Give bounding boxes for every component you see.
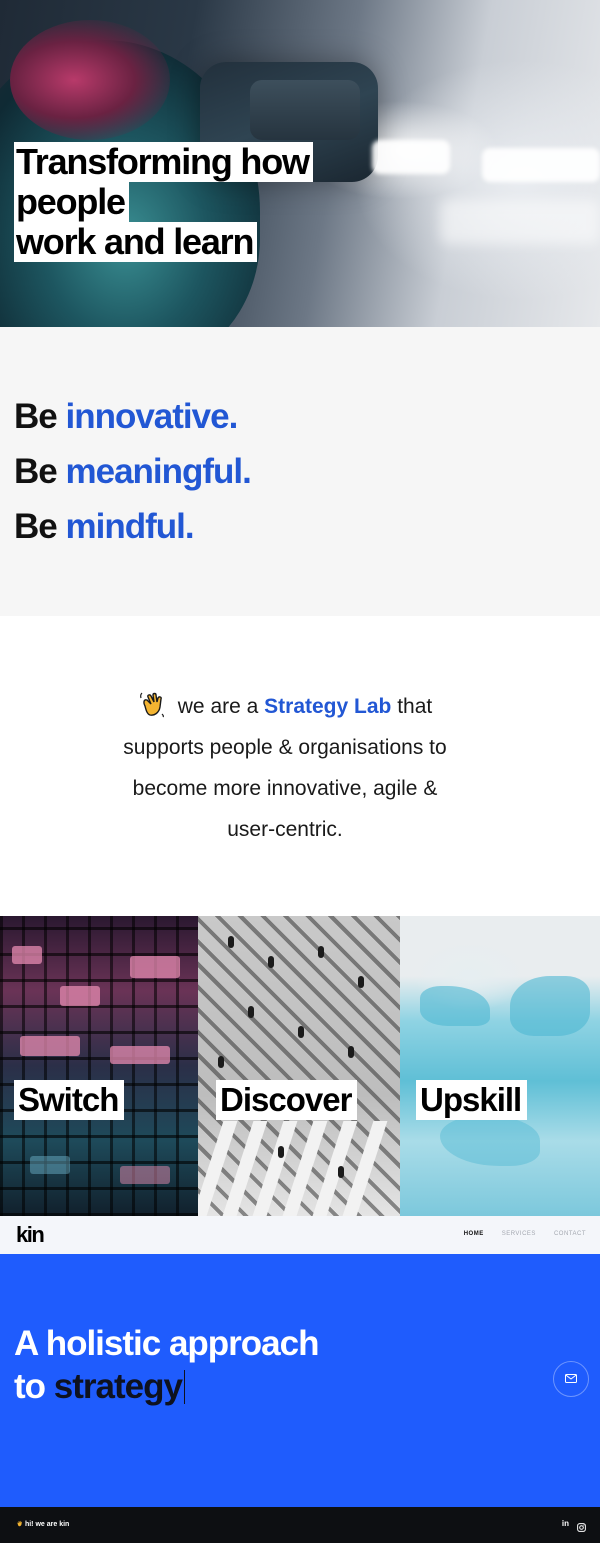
building-window — [30, 1156, 70, 1174]
motto-accent: mindful. — [65, 507, 194, 546]
navbar: kin HOME SERVICES CONTACT — [0, 1216, 600, 1254]
background-light — [482, 148, 600, 182]
approach-title-line1: A holistic approach — [14, 1324, 319, 1363]
tile-label: Switch — [14, 1080, 125, 1120]
building-window — [60, 986, 100, 1006]
pedestrian — [338, 1166, 344, 1178]
building-window — [12, 946, 42, 964]
footer-tagline: hi! we are kin — [16, 1520, 69, 1528]
tile-label: Discover — [216, 1080, 358, 1120]
tile-discover[interactable]: Discover — [198, 916, 400, 1216]
intro-text-line: user-centric. — [227, 818, 343, 841]
instagram-icon[interactable] — [577, 1519, 586, 1537]
typing-cursor — [183, 1370, 186, 1404]
intro-text-line: supports people & organisations to — [123, 736, 447, 759]
motto-accent: innovative. — [65, 397, 238, 436]
building-window — [110, 1046, 170, 1064]
contact-mail-button[interactable] — [553, 1361, 589, 1397]
intro-text-after: that — [397, 695, 433, 718]
motto-prefix: Be — [14, 507, 58, 546]
footer: hi! we are kin in — [0, 1507, 600, 1543]
background-light — [440, 200, 600, 244]
intro-text-before: we are a — [177, 695, 259, 718]
vr-headset-lens — [250, 80, 360, 140]
hero-title-line: people — [14, 182, 129, 222]
pedestrian — [248, 1006, 254, 1018]
approach-title-highlight: strategy — [53, 1367, 183, 1406]
hero-title: Transforming how people work and learn — [14, 142, 313, 262]
glacier-ice — [510, 976, 590, 1036]
building-window — [120, 1166, 170, 1184]
glacier-ice — [440, 1116, 540, 1166]
footer-tagline-text: hi! we are kin — [24, 1521, 70, 1528]
pedestrian — [348, 1046, 354, 1058]
hero-section: Transforming how people work and learn — [0, 0, 600, 327]
pedestrian — [218, 1056, 224, 1068]
motto-prefix: Be — [14, 452, 58, 491]
background-light — [372, 140, 450, 174]
nav-link-contact[interactable]: CONTACT — [554, 1231, 586, 1237]
pedestrian — [268, 956, 274, 968]
motto-line: Be innovative. — [14, 397, 238, 437]
glacier-ice — [420, 986, 490, 1026]
intro-brand: Strategy Lab — [264, 695, 392, 718]
intro-paragraph: we are a Strategy Lab that supports peop… — [70, 686, 500, 850]
pedestrian — [298, 1026, 304, 1038]
envelope-icon — [565, 1370, 577, 1388]
motto-line: Be mindful. — [14, 507, 195, 547]
building-window — [130, 956, 180, 978]
hero-title-line: work and learn — [14, 222, 258, 262]
approach-title-prefix: to — [14, 1367, 46, 1406]
motto-section: Be innovative. Be meaningful. Be mindful… — [0, 327, 600, 616]
approach-title: A holistic approach to strategy — [14, 1322, 319, 1408]
motto-line: Be meaningful. — [14, 452, 252, 492]
tile-switch[interactable]: Switch — [0, 916, 198, 1216]
intro-text-line: become more innovative, agile & — [132, 777, 438, 800]
pedestrian — [358, 976, 364, 988]
waving-hand-icon — [138, 690, 166, 718]
tile-upskill[interactable]: Upskill — [400, 916, 600, 1216]
hero-person-hair — [10, 20, 170, 140]
kin-logo[interactable]: kin — [16, 1224, 45, 1246]
waving-hand-icon — [16, 1520, 23, 1527]
approach-section: A holistic approach to strategy — [0, 1254, 600, 1507]
linkedin-icon[interactable]: in — [562, 1519, 569, 1537]
hero-title-line: Transforming how — [14, 142, 313, 182]
pedestrian — [278, 1146, 284, 1158]
building-window — [20, 1036, 80, 1056]
pedestrian — [228, 936, 234, 948]
tile-label: Upskill — [416, 1080, 528, 1120]
nav-link-services[interactable]: SERVICES — [502, 1231, 536, 1237]
nav-links: HOME SERVICES CONTACT — [464, 1231, 586, 1237]
motto-prefix: Be — [14, 397, 58, 436]
intro-section: we are a Strategy Lab that supports peop… — [0, 616, 600, 916]
social-links: in — [562, 1519, 586, 1537]
motto-accent: meaningful. — [65, 452, 251, 491]
nav-link-home[interactable]: HOME — [464, 1231, 484, 1237]
service-tiles: Switch Discover Upskill — [0, 916, 600, 1216]
pedestrian — [318, 946, 324, 958]
